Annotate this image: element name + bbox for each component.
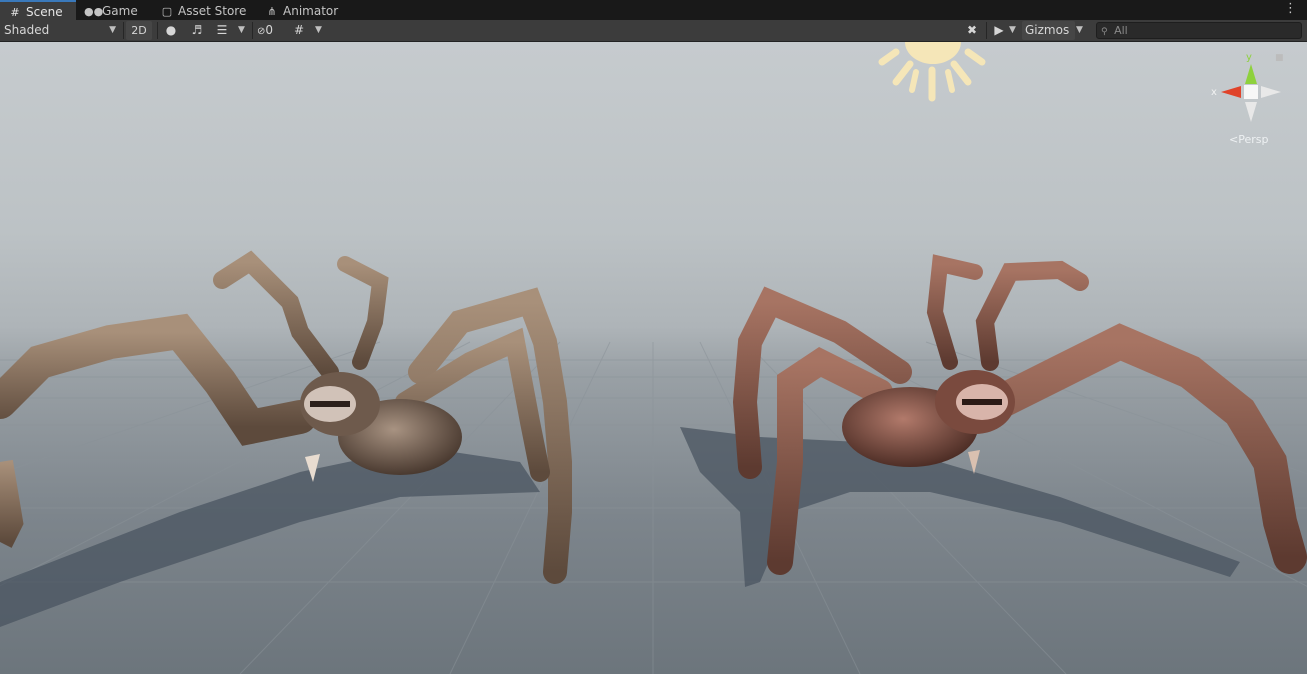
tab-asset-store-label: Asset Store [178,4,247,18]
search-icon: ⚲ [1101,27,1108,37]
grid-toggle-icon[interactable]: # [291,21,307,40]
tab-scene-label: Scene [26,5,63,19]
tab-scene[interactable]: # Scene [0,0,76,20]
2d-toggle-button[interactable]: 2D [126,21,152,40]
gizmo-center-cube [1244,85,1258,99]
grid-dropdown-icon[interactable]: ▼ [315,21,322,40]
lock-icon: ■ [1275,53,1284,63]
search-placeholder: All [1114,24,1128,37]
directional-light-icon [878,42,986,102]
camera-dropdown-icon[interactable]: ▼ [1009,21,1016,40]
persp-icon: < [1229,133,1239,146]
scene-render [0,42,1307,674]
camera-icon[interactable]: ▶ [991,21,1007,40]
projection-label[interactable]: <Persp [1229,133,1268,146]
draw-mode-label: Shaded [4,23,50,37]
axis-y-label: y [1246,52,1252,63]
draw-mode-dropdown[interactable]: Shaded ▼ [4,21,120,40]
editor-tab-strip: # Scene ●●Game ▢ Asset Store ⋔ Animator ⋮ [0,0,1307,21]
neg-y-axis-cone [1245,102,1257,122]
tab-animator-label: Animator [283,4,339,18]
effects-toggle-icon[interactable]: ☰ [213,21,231,40]
neg-x-axis-cone [1261,86,1281,98]
audio-toggle-icon[interactable]: ♬ [188,21,206,40]
hidden-count: 0 [265,23,274,37]
scene-viewport[interactable]: ■ y x <Persp [0,42,1307,674]
tab-asset-store[interactable]: ▢ Asset Store [160,0,247,20]
scene-search-input[interactable]: ⚲ All [1096,22,1302,39]
tab-game-label: Game [102,4,138,18]
chevron-down-icon: ▼ [109,25,116,35]
persp-text: Persp [1238,133,1269,146]
lighting-toggle-icon[interactable]: ● [162,21,180,40]
y-axis-cone [1245,64,1257,84]
more-options-icon[interactable]: ⋮ [1284,1,1297,16]
tools-icon[interactable]: ✖ [964,21,980,40]
tab-animator[interactable]: ⋔ Animator [265,0,338,20]
divider [986,22,987,39]
spider-model-right [732,254,1307,575]
scene-visibility-button[interactable]: ⊘0 [257,21,283,40]
x-axis-cone [1221,86,1241,98]
tab-game[interactable]: ●●Game [84,0,138,20]
orientation-gizmo[interactable]: ■ y x [1209,50,1293,142]
spider-shadows [0,427,1240,627]
effects-dropdown-icon[interactable]: ▼ [238,21,245,40]
axis-x-label: x [1211,87,1217,98]
gizmos-dropdown-icon[interactable]: ▼ [1076,21,1083,40]
divider [157,22,158,39]
divider [252,22,253,39]
gizmos-button[interactable]: Gizmos [1022,21,1075,40]
divider [123,22,124,39]
